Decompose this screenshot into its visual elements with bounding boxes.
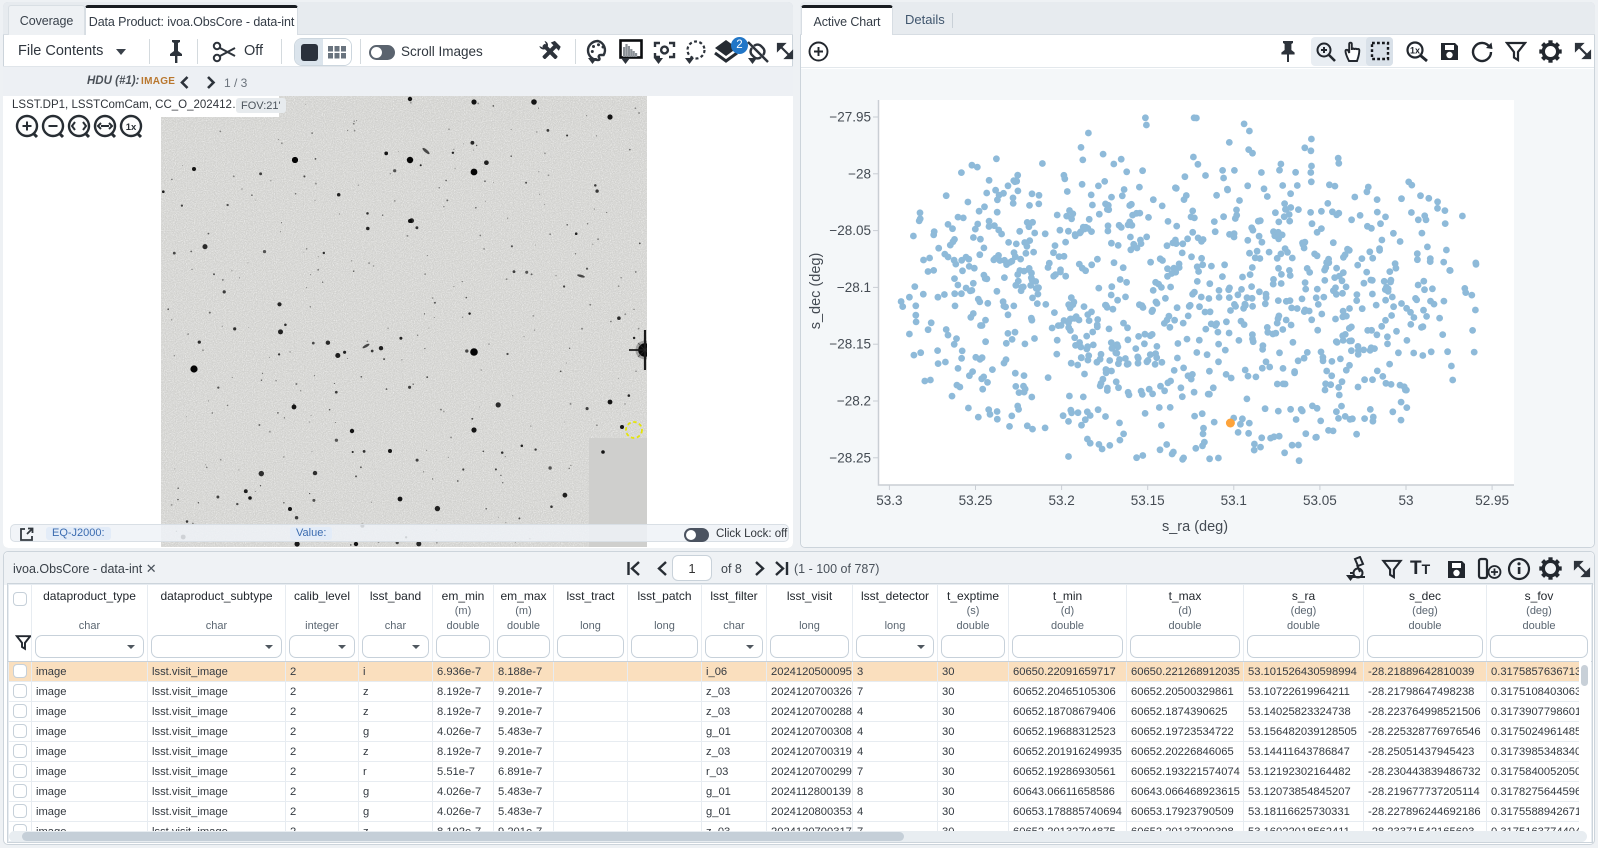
svg-text:−27.95: −27.95 (829, 110, 871, 125)
svg-text:−28.2: −28.2 (837, 394, 871, 409)
svg-text:−28.25: −28.25 (829, 450, 871, 465)
svg-text:52.95: 52.95 (1475, 493, 1509, 508)
svg-text:s_dec (deg): s_dec (deg) (808, 253, 824, 330)
svg-text:−28.1: −28.1 (837, 280, 871, 295)
svg-text:53.15: 53.15 (1131, 493, 1165, 508)
svg-text:−28: −28 (848, 166, 871, 181)
svg-text:53.2: 53.2 (1048, 493, 1074, 508)
svg-text:53.05: 53.05 (1303, 493, 1337, 508)
svg-text:−28.15: −28.15 (829, 337, 871, 352)
svg-text:s_ra (deg): s_ra (deg) (1162, 519, 1228, 535)
svg-text:53.1: 53.1 (1221, 493, 1247, 508)
svg-text:−28.05: −28.05 (829, 223, 871, 238)
svg-text:53.25: 53.25 (959, 493, 993, 508)
svg-text:1x: 1x (1410, 45, 1420, 55)
svg-text:53.3: 53.3 (876, 493, 902, 508)
svg-text:53: 53 (1398, 493, 1413, 508)
svg-text:1x: 1x (126, 122, 137, 133)
